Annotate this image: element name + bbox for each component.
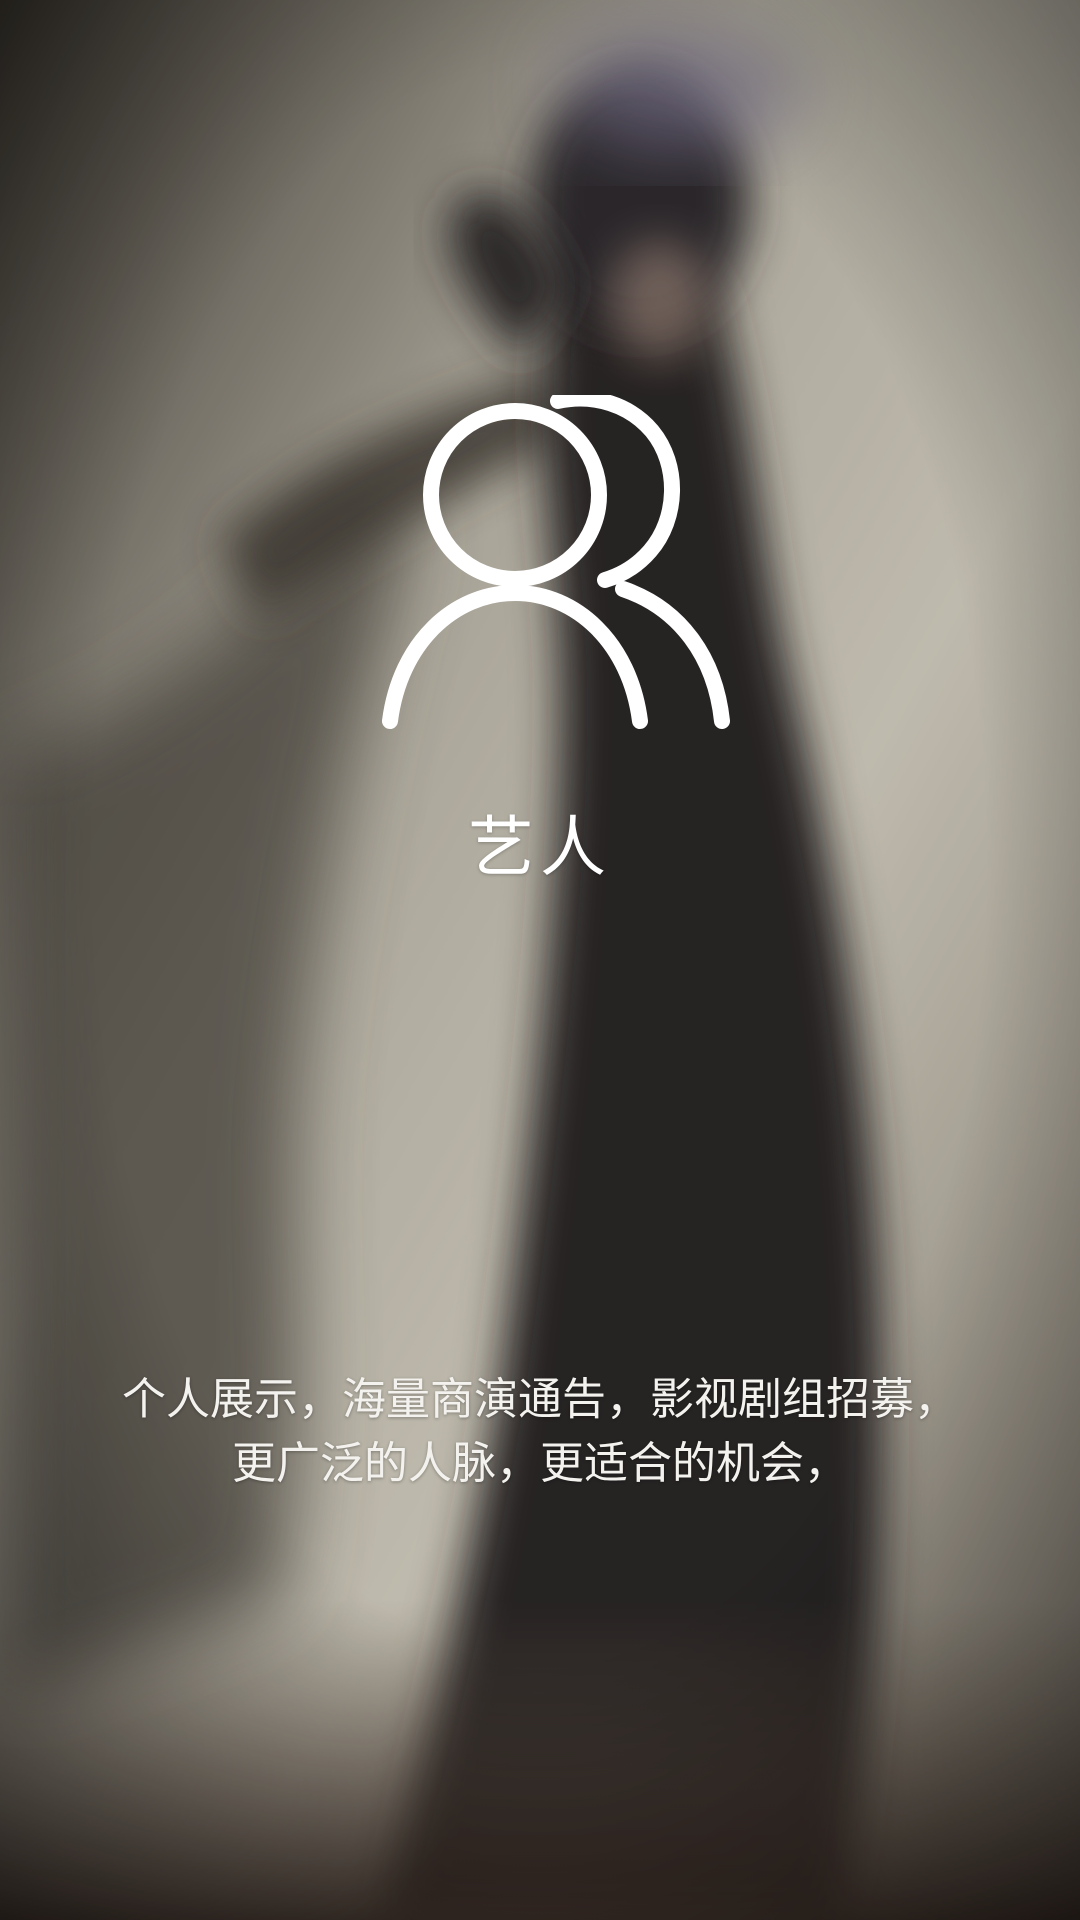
description-line: 个人展示，海量商演通告，影视剧组招募， <box>122 1374 958 1425</box>
blurred-background-photo <box>0 0 1080 1920</box>
user-group-icon <box>380 390 770 735</box>
description-line: 更广泛的人脉，更适合的机会， <box>232 1438 848 1489</box>
page-title: 艺人 <box>468 809 612 886</box>
description-text: 个人展示，海量商演通告，影视剧组招募， 更广泛的人脉，更适合的机会， <box>40 1368 1040 1496</box>
